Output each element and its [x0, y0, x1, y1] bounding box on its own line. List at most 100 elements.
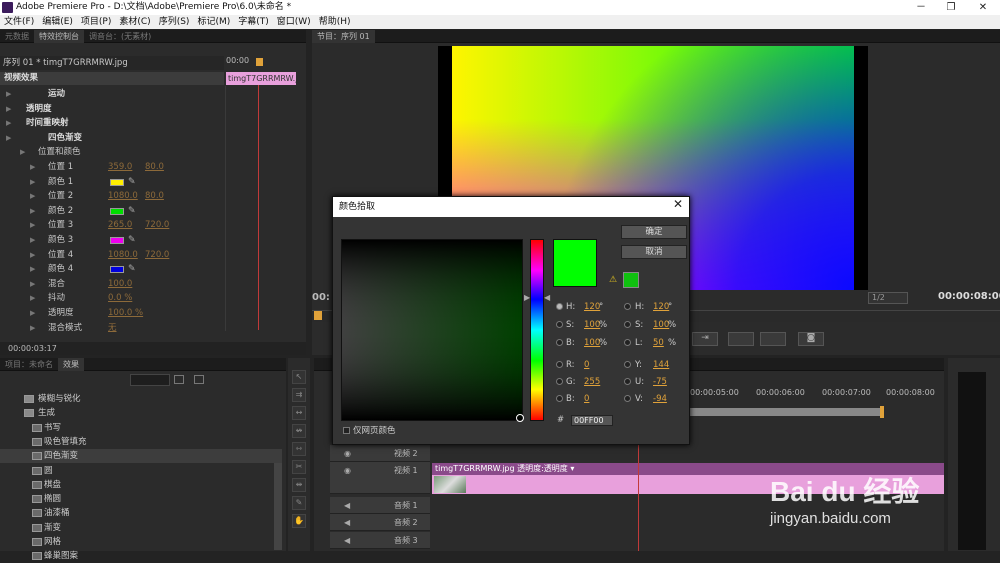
color-model-radio[interactable]: [556, 321, 563, 328]
track-header[interactable]: ◉ 视频 1: [330, 462, 430, 494]
track-select-tool-icon[interactable]: ⇉: [292, 388, 306, 402]
expand-triangle-icon[interactable]: ▶: [30, 248, 35, 263]
color-model-radio[interactable]: [624, 361, 631, 368]
color-model-radio[interactable]: [556, 395, 563, 402]
field-value[interactable]: 100: [584, 319, 600, 331]
camera-icon[interactable]: ◙: [798, 332, 824, 346]
effect-list-item[interactable]: 椭圆: [0, 492, 282, 506]
32bit-effects-icon[interactable]: [194, 375, 204, 384]
effect-list-item[interactable]: 模糊与锐化: [0, 392, 282, 406]
close-button[interactable]: ✕: [968, 0, 998, 15]
color-model-radio[interactable]: [556, 339, 563, 346]
menu-help[interactable]: 帮助(H): [315, 15, 355, 29]
field-value[interactable]: 120: [584, 301, 600, 313]
restore-button[interactable]: ❐: [936, 0, 966, 15]
tab-audio-mixer[interactable]: 调音台：(无素材): [84, 30, 156, 43]
effect-list-item[interactable]: 书写: [0, 421, 282, 435]
lift-button[interactable]: [728, 332, 754, 346]
menu-sequence[interactable]: 序列(S): [155, 15, 194, 29]
expand-triangle-icon[interactable]: ▶: [30, 233, 35, 248]
menu-project[interactable]: 项目(P): [77, 15, 115, 29]
field-value[interactable]: -75: [653, 376, 667, 388]
effect-list-item[interactable]: 棋盘: [0, 478, 282, 492]
expand-triangle-icon[interactable]: ▶: [30, 218, 35, 233]
effect-row[interactable]: ▶ 颜色 4 ✎: [0, 262, 224, 277]
effect-value[interactable]: 265.0: [108, 218, 132, 233]
effects-search-input[interactable]: [130, 374, 170, 386]
effect-row[interactable]: ▶ 位置 1 359.0 80.0: [0, 160, 224, 175]
effect-value[interactable]: 0.0 %: [108, 291, 132, 306]
color-model-radio[interactable]: [624, 395, 631, 402]
effect-value[interactable]: 720.0: [145, 218, 169, 233]
menu-edit[interactable]: 编辑(E): [38, 15, 77, 29]
field-value[interactable]: 100: [584, 337, 600, 349]
effect-row[interactable]: ▶ 颜色 1 ✎: [0, 175, 224, 190]
color-model-radio[interactable]: [556, 361, 563, 368]
effect-value[interactable]: 720.0: [145, 248, 169, 263]
field-value[interactable]: -94: [653, 393, 667, 405]
cancel-button[interactable]: 取消: [621, 245, 687, 259]
track-header[interactable]: ◀ 音频 1: [330, 497, 430, 514]
eyedropper-icon[interactable]: ✎: [128, 233, 136, 248]
color-model-radio[interactable]: [624, 321, 631, 328]
menu-clip[interactable]: 素材(C): [115, 15, 154, 29]
effect-value[interactable]: 1080.0: [108, 189, 138, 204]
menu-window[interactable]: 窗口(W): [273, 15, 315, 29]
dialog-close-icon[interactable]: ✕: [673, 197, 683, 211]
tab-effect-controls[interactable]: 特效控制台: [34, 30, 84, 43]
field-value[interactable]: 50: [653, 337, 664, 349]
effect-row[interactable]: ▶ 四色渐变: [0, 131, 224, 146]
effect-value[interactable]: 100.0: [108, 277, 132, 292]
field-value[interactable]: 255: [584, 376, 600, 388]
field-value[interactable]: 120: [653, 301, 669, 313]
color-model-radio[interactable]: [556, 378, 563, 385]
expand-triangle-icon[interactable]: ▶: [30, 291, 35, 306]
expand-triangle-icon[interactable]: ▶: [30, 277, 35, 292]
color-swatch[interactable]: [110, 266, 124, 274]
work-area-end-icon[interactable]: [880, 406, 884, 418]
expand-triangle-icon[interactable]: ▶: [6, 102, 11, 117]
expand-triangle-icon[interactable]: ▶: [30, 175, 35, 190]
tab-metadata[interactable]: 元数据: [0, 30, 34, 43]
effect-value[interactable]: 100.0 %: [108, 306, 143, 321]
hue-slider[interactable]: [530, 239, 544, 421]
expand-triangle-icon[interactable]: ▶: [30, 321, 35, 336]
effect-row[interactable]: ▶ 抖动 0.0 %: [0, 291, 224, 306]
zoom-select[interactable]: 1/2: [868, 292, 908, 304]
effect-row[interactable]: ▶ 混合 100.0: [0, 277, 224, 292]
color-model-radio[interactable]: [556, 303, 563, 310]
effect-list-item[interactable]: 吸色管填充: [0, 435, 282, 449]
effect-row[interactable]: ▶ 位置 3 265.0 720.0: [0, 218, 224, 233]
effect-row[interactable]: ▶ 时间重映射: [0, 116, 224, 131]
track-header[interactable]: ◉ 视频 2: [330, 445, 430, 462]
effect-list-item[interactable]: 圆: [0, 464, 282, 478]
accelerated-effects-icon[interactable]: [174, 375, 184, 384]
expand-triangle-icon[interactable]: ▶: [30, 306, 35, 321]
field-value[interactable]: 0: [584, 359, 589, 371]
effect-value[interactable]: 359.0: [108, 160, 132, 175]
speaker-icon[interactable]: ◀: [344, 532, 350, 549]
expand-triangle-icon[interactable]: ▶: [30, 189, 35, 204]
effect-row[interactable]: ▶ 颜色 3 ✎: [0, 233, 224, 248]
work-area-bar[interactable]: [690, 408, 882, 416]
tab-effects[interactable]: 效果: [58, 358, 84, 371]
effect-list-item[interactable]: 渐变: [0, 521, 282, 535]
ok-button[interactable]: 确定: [621, 225, 687, 239]
effect-row[interactable]: ▶ 颜色 2 ✎: [0, 204, 224, 219]
effect-row[interactable]: ▶ 位置和颜色: [0, 145, 224, 160]
effect-row[interactable]: ▶ 混合模式 无: [0, 321, 224, 336]
eye-icon[interactable]: ◉: [344, 462, 351, 479]
field-value[interactable]: 100: [653, 319, 669, 331]
effect-list-item[interactable]: 网格: [0, 535, 282, 549]
hand-tool-icon[interactable]: ✋: [292, 514, 306, 528]
effect-value[interactable]: 1080.0: [108, 248, 138, 263]
step-forward-button[interactable]: ⇥: [692, 332, 718, 346]
menu-file[interactable]: 文件(F): [0, 15, 38, 29]
tab-project[interactable]: 项目：未命名: [0, 358, 58, 371]
effect-list-item[interactable]: 四色渐变: [0, 449, 282, 464]
expand-triangle-icon[interactable]: ▶: [6, 131, 11, 146]
effect-row[interactable]: ▶ 透明度: [0, 102, 224, 117]
expand-triangle-icon[interactable]: ▶: [6, 87, 11, 102]
effect-list-item[interactable]: 油漆桶: [0, 506, 282, 520]
program-title[interactable]: 节目：序列 01: [312, 30, 375, 43]
